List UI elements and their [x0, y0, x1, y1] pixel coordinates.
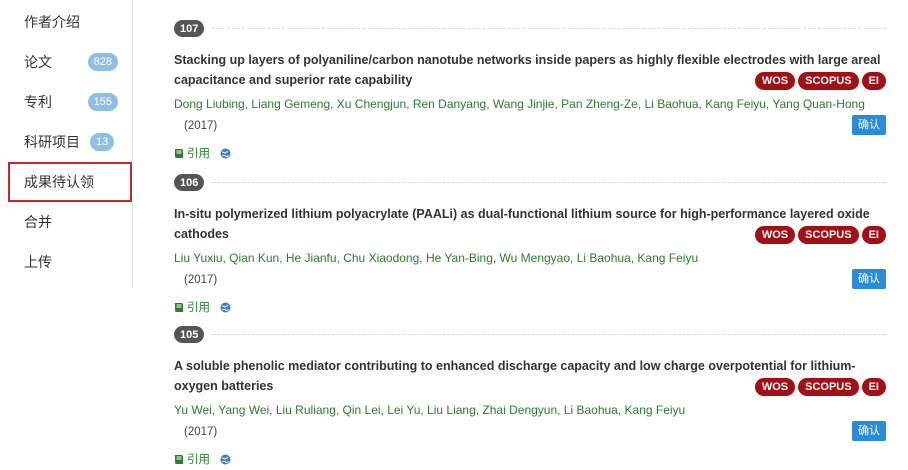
index-tags: WOS SCOPUS EI	[754, 226, 886, 244]
sidebar-divider	[132, 0, 133, 162]
tag-wos: WOS	[754, 72, 796, 90]
confirm-button[interactable]: 确认	[852, 269, 886, 289]
book-icon	[174, 148, 184, 159]
tag-wos: WOS	[754, 226, 796, 244]
globe-icon[interactable]	[220, 454, 231, 465]
paper-title-block: In-situ polymerized lithium polyacrylate…	[174, 204, 886, 244]
tag-ei: EI	[861, 378, 886, 396]
index-tags: WOS SCOPUS EI	[754, 378, 886, 396]
tag-scopus: SCOPUS	[798, 378, 859, 396]
list-item: 107 Stacking up layers of polyaniline/ca…	[174, 18, 886, 162]
sidebar-item-projects[interactable]: 科研项目 13	[8, 120, 132, 164]
divider	[212, 28, 886, 29]
tag-ei: EI	[861, 226, 886, 244]
item-number-badge: 107	[174, 20, 205, 37]
sidebar-item-label: 论文	[24, 54, 52, 70]
publication-list: 107 Stacking up layers of polyaniline/ca…	[174, 0, 886, 470]
sidebar-item-merge[interactable]: 合并	[8, 200, 132, 244]
cite-row: 引用	[174, 298, 886, 316]
paper-title-block: A soluble phenolic mediator contributing…	[174, 356, 886, 396]
year: (2017)	[184, 426, 218, 438]
year: (2017)	[184, 120, 218, 132]
tag-scopus: SCOPUS	[798, 226, 859, 244]
count-badge: 828	[87, 53, 118, 71]
sidebar: 作者介绍 论文 828 专利 155 科研项目 13 成果待认领 合并 上传	[8, 0, 133, 470]
sidebar-item-label: 科研项目	[24, 134, 80, 150]
sidebar-item-label: 上传	[24, 254, 52, 270]
authors: Yu Wei, Yang Wei, Liu Ruliang, Qin Lei, …	[174, 403, 686, 417]
paper-title[interactable]: A soluble phenolic mediator contributing…	[174, 359, 856, 393]
sidebar-item-author-intro[interactable]: 作者介绍	[8, 0, 132, 44]
sidebar-item-pending-claims[interactable]: 成果待认领	[8, 162, 132, 202]
sidebar-item-label: 成果待认领	[24, 174, 94, 190]
divider	[212, 182, 886, 183]
item-number-badge: 105	[174, 326, 205, 343]
sidebar-item-patents[interactable]: 专利 155	[8, 80, 132, 124]
book-icon	[174, 302, 184, 313]
cite-link[interactable]: 引用	[187, 299, 210, 315]
count-badge: 13	[90, 133, 115, 151]
count-badge: 155	[87, 93, 118, 111]
sidebar-item-label: 专利	[24, 94, 52, 110]
sidebar-divider	[132, 202, 133, 286]
cite-row: 引用	[174, 144, 886, 162]
list-item: 105 A soluble phenolic mediator contribu…	[174, 324, 886, 468]
year: (2017)	[184, 274, 218, 286]
list-item: 106 In-situ polymerized lithium polyacry…	[174, 172, 886, 316]
divider	[212, 334, 886, 335]
cite-row: 引用	[174, 450, 886, 468]
confirm-button[interactable]: 确认	[852, 421, 886, 441]
tag-scopus: SCOPUS	[798, 72, 859, 90]
sidebar-item-label: 合并	[24, 214, 52, 230]
tag-ei: EI	[861, 72, 886, 90]
authors: Liu Yuxiu, Qian Kun, He Jianfu, Chu Xiao…	[174, 251, 699, 265]
globe-icon[interactable]	[220, 148, 231, 159]
item-number-badge: 106	[174, 174, 205, 191]
sidebar-item-papers[interactable]: 论文 828	[8, 40, 132, 84]
tag-wos: WOS	[754, 378, 796, 396]
index-tags: WOS SCOPUS EI	[754, 72, 886, 90]
sidebar-item-label: 作者介绍	[24, 14, 80, 30]
book-icon	[174, 454, 184, 465]
paper-title-block: Stacking up layers of polyaniline/carbon…	[174, 50, 886, 90]
cite-link[interactable]: 引用	[187, 145, 210, 161]
sidebar-item-upload[interactable]: 上传	[8, 240, 132, 284]
cite-link[interactable]: 引用	[187, 451, 210, 467]
confirm-button[interactable]: 确认	[852, 115, 886, 135]
authors: Dong Liubing, Liang Gemeng, Xu Chengjun,…	[174, 97, 865, 111]
globe-icon[interactable]	[220, 302, 231, 313]
